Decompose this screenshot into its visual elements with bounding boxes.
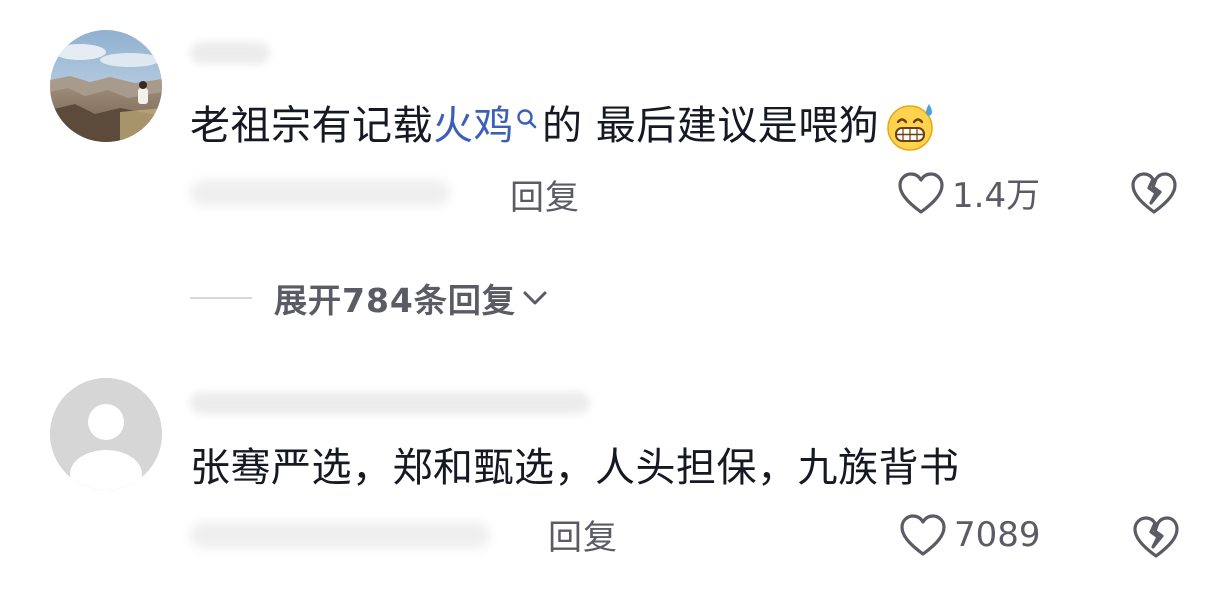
username-blurred[interactable] — [190, 392, 590, 414]
avatar[interactable] — [50, 30, 162, 142]
like-button[interactable]: 7089 — [898, 512, 1041, 558]
chevron-down-icon — [523, 291, 547, 305]
reply-button[interactable]: 回复 — [548, 510, 618, 559]
like-button[interactable]: 1.4万 — [896, 168, 1040, 217]
heart-icon — [898, 171, 944, 214]
comment-item: 老祖宗有记载 火鸡 的 最后建议是喂狗 回复 1.4万 — [0, 0, 1227, 250]
comment-text: 老祖宗有记载 火鸡 的 最后建议是喂狗 — [190, 98, 937, 154]
divider-line — [190, 297, 252, 299]
expand-replies-button[interactable]: 展开784条回复 — [190, 274, 550, 322]
like-count: 1.4万 — [952, 176, 1041, 216]
search-icon[interactable] — [514, 106, 540, 146]
broken-heart-icon[interactable] — [1132, 514, 1180, 560]
comment-text-part1: 老祖宗有记载 — [190, 103, 433, 149]
avatar-default[interactable] — [50, 378, 162, 490]
like-count: 7089 — [954, 515, 1041, 555]
expand-replies-label: 展开784条回复 — [274, 281, 516, 320]
default-user-icon — [50, 378, 162, 490]
comment-text: 张骞严选，郑和甄选，人头担保，九族背书 — [190, 445, 960, 491]
keyword-search-link[interactable]: 火鸡 — [433, 98, 514, 154]
reply-button[interactable]: 回复 — [510, 170, 580, 219]
avatar-landscape-image — [50, 30, 162, 142]
broken-heart-icon[interactable] — [1130, 170, 1178, 216]
grinning-sweat-emoji-icon — [885, 100, 937, 152]
comment-meta-blurred — [190, 522, 490, 548]
username-blurred[interactable] — [190, 42, 270, 64]
heart-icon — [900, 514, 946, 556]
comment-meta-blurred — [190, 180, 450, 206]
comment-text-part2: 的 最后建议是喂狗 — [542, 103, 880, 149]
comment-item: 张骞严选，郑和甄选，人头担保，九族背书 回复 7089 — [0, 370, 1227, 600]
